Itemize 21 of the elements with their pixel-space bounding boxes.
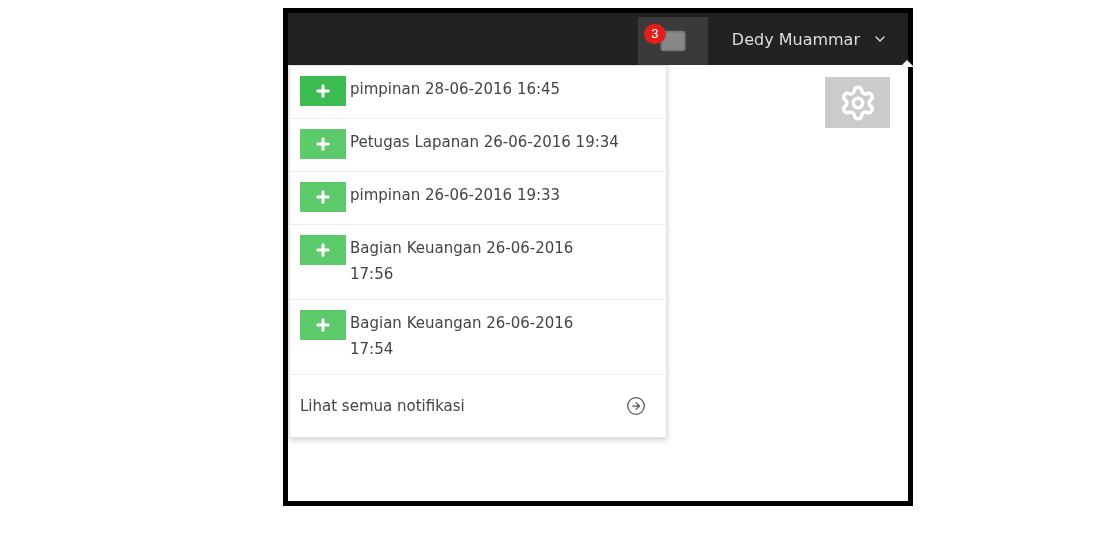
messages-button[interactable]: 3: [637, 17, 708, 65]
plus-icon: [300, 235, 346, 265]
plus-icon: [300, 76, 346, 106]
plus-icon: [300, 182, 346, 212]
notification-item[interactable]: pimpinan 26-06-2016 19:33: [290, 172, 666, 225]
notification-text: Bagian Keuangan 26-06-2016 17:54: [350, 314, 574, 358]
plus-icon: [300, 129, 346, 159]
notification-item[interactable]: Bagian Keuangan 26-06-2016 17:56: [290, 225, 666, 300]
arrow-circle-icon: [626, 396, 646, 416]
notification-text: Petugas Lapanan 26-06-2016 19:34: [350, 133, 619, 151]
user-menu-button[interactable]: Dedy Muammar: [707, 13, 888, 65]
message-count: 3: [643, 24, 666, 44]
notification-text: pimpinan 28-06-2016 16:45: [350, 80, 561, 98]
notification-item[interactable]: pimpinan 28-06-2016 16:45: [290, 66, 666, 119]
notification-item[interactable]: Bagian Keuangan 26-06-2016 17:54: [290, 300, 666, 375]
plus-icon: [300, 310, 346, 340]
notification-text: pimpinan 26-06-2016 19:33: [350, 186, 561, 204]
see-all-link[interactable]: Lihat semua notifikasi: [300, 397, 465, 415]
notification-text: Bagian Keuangan 26-06-2016 17:56: [350, 239, 574, 283]
notification-item[interactable]: Petugas Lapanan 26-06-2016 19:34: [290, 119, 666, 172]
settings-button[interactable]: [825, 77, 890, 128]
